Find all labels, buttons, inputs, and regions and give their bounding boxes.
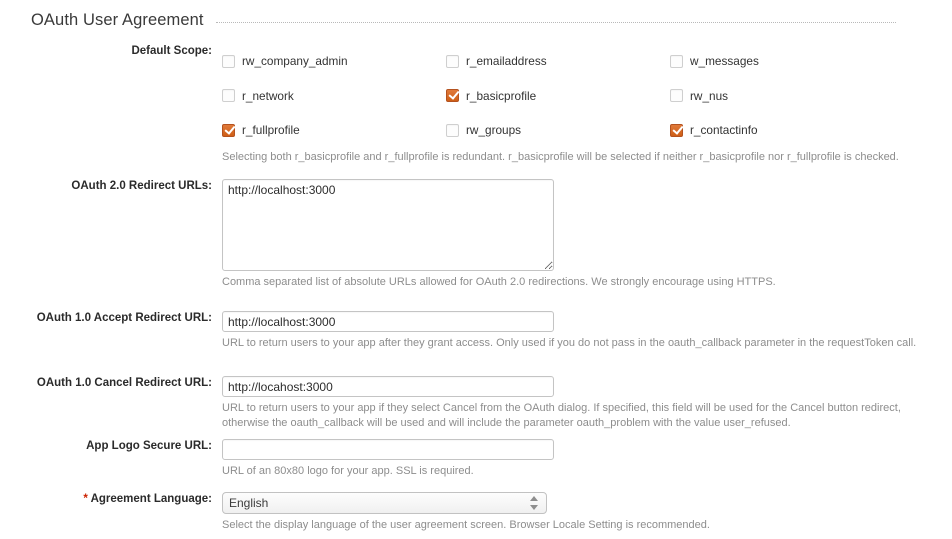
row-default-scope: Default Scope: rw_company_admin r_emaila… [0,44,952,165]
scope-option-label: r_emailaddress [466,54,547,69]
agreement-language-help: Select the display language of the user … [222,519,710,531]
scope-option-label: rw_nus [690,88,729,103]
agreement-language-label-text: Agreement Language: [90,493,212,505]
scope-option-r_network[interactable]: r_network [222,79,446,114]
oauth1-accept-redirect-help: URL to return users to your app after th… [222,337,917,349]
oauth-user-agreement-form: OAuth User Agreement Default Scope: rw_c… [0,0,952,539]
agreement-language-select[interactable]: English [222,492,547,514]
row-app-logo-secure-url: App Logo Secure URL: URL of an 80x80 log… [0,439,952,479]
row-oauth1-cancel-redirect: OAuth 1.0 Cancel Redirect URL: URL to re… [0,376,952,431]
agreement-language-field: English Select the display language of t… [220,492,952,533]
scope-option-label: r_contactinfo [690,123,758,138]
default-scope-label: Default Scope: [131,45,212,57]
checkbox-r_network[interactable] [222,89,235,103]
oauth2-redirect-urls-help: Comma separated list of absolute URLs al… [222,276,776,288]
scope-option-label: rw_company_admin [242,54,348,69]
checkbox-r_emailaddress[interactable] [446,54,459,68]
default-scope-field: rw_company_admin r_emailaddress w_messag… [220,44,952,165]
scope-option-r_contactinfo[interactable]: r_contactinfo [670,113,894,148]
app-logo-secure-url-field: URL of an 80x80 logo for your app. SSL i… [220,439,952,479]
oauth1-cancel-redirect-input[interactable] [222,376,554,397]
row-agreement-language: * Agreement Language: English Select the… [0,492,952,533]
agreement-language-select-wrap[interactable]: English [222,492,547,514]
checkbox-r_basicprofile[interactable] [446,89,459,103]
scope-option-label: w_messages [690,54,759,69]
default-scope-help: Selecting both r_basicprofile and r_full… [222,150,899,163]
scope-option-r_emailaddress[interactable]: r_emailaddress [446,44,670,79]
scope-option-rw_company_admin[interactable]: rw_company_admin [222,44,446,79]
checkbox-rw_company_admin[interactable] [222,54,235,68]
scope-option-r_fullprofile[interactable]: r_fullprofile [222,113,446,148]
scope-option-rw_groups[interactable]: rw_groups [446,113,670,148]
section-divider [215,21,896,23]
oauth1-cancel-redirect-field: URL to return users to your app if they … [220,376,952,431]
checkbox-w_messages[interactable] [670,54,683,68]
oauth1-accept-redirect-input[interactable] [222,311,554,332]
scope-option-w_messages[interactable]: w_messages [670,44,894,79]
app-logo-secure-url-help: URL of an 80x80 logo for your app. SSL i… [222,465,474,477]
section-header: OAuth User Agreement [0,8,952,32]
scope-option-label: rw_groups [466,123,522,138]
required-marker: * [83,493,88,505]
scope-checkbox-grid: rw_company_admin r_emailaddress w_messag… [222,44,894,148]
row-oauth2-redirect-urls: OAuth 2.0 Redirect URLs: Comma separated… [0,179,952,290]
app-logo-secure-url-input[interactable] [222,439,554,460]
oauth1-accept-redirect-label: OAuth 1.0 Accept Redirect URL: [36,312,212,324]
scope-option-label: r_fullprofile [242,123,300,138]
app-logo-secure-url-label: App Logo Secure URL: [86,440,212,452]
checkbox-rw_nus[interactable] [670,89,683,103]
oauth1-accept-redirect-field: URL to return users to your app after th… [220,311,952,351]
oauth1-cancel-redirect-label: OAuth 1.0 Cancel Redirect URL: [36,377,212,389]
scope-option-label: r_basicprofile [466,88,537,103]
scope-option-r_basicprofile[interactable]: r_basicprofile [446,79,670,114]
page-title: OAuth User Agreement [31,10,204,29]
checkbox-r_contactinfo[interactable] [670,123,683,137]
oauth2-redirect-urls-field: Comma separated list of absolute URLs al… [220,179,952,290]
oauth1-cancel-redirect-help: URL to return users to your app if they … [222,402,901,429]
scope-option-label: r_network [242,88,294,103]
row-oauth1-accept-redirect: OAuth 1.0 Accept Redirect URL: URL to re… [0,311,952,351]
checkbox-r_fullprofile[interactable] [222,123,235,137]
agreement-language-label: * Agreement Language: [0,492,220,533]
oauth2-redirect-urls-label: OAuth 2.0 Redirect URLs: [71,180,212,192]
oauth2-redirect-urls-textarea[interactable] [222,179,554,271]
scope-option-rw_nus[interactable]: rw_nus [670,79,894,114]
checkbox-rw_groups[interactable] [446,123,459,137]
